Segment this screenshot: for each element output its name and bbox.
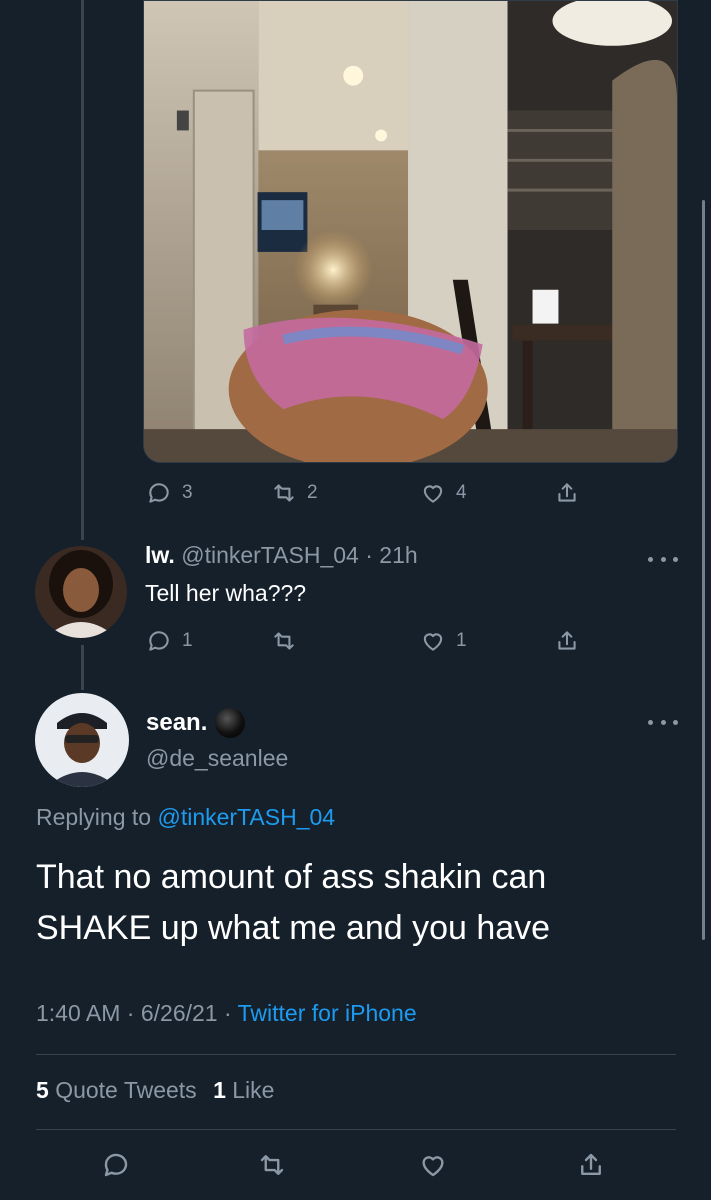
reply-button[interactable] xyxy=(101,1150,131,1180)
divider xyxy=(36,1129,676,1130)
display-name[interactable]: lw. xyxy=(145,542,175,568)
retweet-button[interactable]: 2 xyxy=(271,480,318,506)
tweet-source-link[interactable]: Twitter for iPhone xyxy=(238,1000,417,1026)
top-tweet-actions: 3 2 4 xyxy=(0,477,711,509)
reply-icon xyxy=(104,1153,128,1177)
retweet-icon xyxy=(260,1155,284,1175)
quote-label: Quote Tweets xyxy=(55,1077,197,1103)
dot-icon xyxy=(660,719,666,725)
black-circle-emoji-icon xyxy=(215,708,246,738)
retweet-icon xyxy=(274,484,294,502)
reply-count: 1 xyxy=(182,630,193,651)
tweet-stats: 5 Quote Tweets 1 Like xyxy=(36,1077,284,1104)
dot-icon xyxy=(648,719,653,725)
profile-photo-icon xyxy=(35,693,129,787)
tweet-time: 1:40 AM xyxy=(36,1000,121,1026)
like-count: 1 xyxy=(213,1077,226,1103)
retweet-button[interactable] xyxy=(257,1150,287,1180)
tweet-date: 6/26/21 xyxy=(140,1000,218,1026)
display-name[interactable]: sean. xyxy=(146,709,207,737)
replying-to-link[interactable]: @tinkerTASH_04 xyxy=(157,804,335,830)
separator: · xyxy=(223,1000,232,1026)
user-handle[interactable]: @de_seanlee xyxy=(146,745,288,772)
heart-icon xyxy=(422,1156,444,1177)
heart-icon xyxy=(423,485,443,503)
reply-icon xyxy=(149,483,169,503)
retweet-button[interactable] xyxy=(271,628,307,654)
tweet-timestamp: 1:40 AM · 6/26/21 · Twitter for iPhone xyxy=(36,1000,417,1027)
dot-icon xyxy=(673,556,678,562)
dot-icon xyxy=(660,556,666,562)
heart-icon xyxy=(423,633,443,651)
like-button[interactable]: 1 xyxy=(420,628,467,654)
like-button[interactable] xyxy=(418,1150,448,1180)
scrollbar[interactable] xyxy=(702,200,705,940)
reply-count: 3 xyxy=(182,482,193,503)
separator: · xyxy=(126,1000,135,1026)
image-icon xyxy=(144,1,677,462)
reply-tweet-text: Tell her wha??? xyxy=(145,580,307,606)
thread-line-top xyxy=(81,0,84,540)
reply-tweet-actions: 1 1 xyxy=(0,625,711,657)
more-options-button[interactable] xyxy=(648,549,678,569)
tweet-media-image[interactable] xyxy=(143,0,678,463)
share-button[interactable] xyxy=(554,628,580,654)
avatar-de-seanlee[interactable] xyxy=(35,693,129,787)
share-icon xyxy=(558,483,576,502)
share-button[interactable] xyxy=(554,480,580,506)
reply-button[interactable]: 1 xyxy=(146,628,193,654)
replying-prefix: Replying to xyxy=(36,804,152,830)
like-button[interactable]: 4 xyxy=(420,480,467,506)
reply-tweet-header: lw. @tinkerTASH_04 · 21h xyxy=(145,542,418,569)
retweet-count: 2 xyxy=(307,482,318,503)
like-count: 4 xyxy=(456,482,467,503)
reply-icon xyxy=(149,631,169,651)
more-options-button[interactable] xyxy=(648,712,678,732)
likes-stat[interactable]: 1 Like xyxy=(213,1077,274,1103)
like-label: Like xyxy=(232,1077,275,1103)
main-tweet-actions xyxy=(0,1149,711,1181)
reply-button[interactable]: 3 xyxy=(146,480,193,506)
quote-tweets-stat[interactable]: 5 Quote Tweets xyxy=(36,1077,197,1103)
dot-icon xyxy=(673,719,678,725)
share-button[interactable] xyxy=(576,1150,606,1180)
tweet-time: 21h xyxy=(379,542,418,568)
dot-icon xyxy=(648,556,653,562)
separator: · xyxy=(365,542,373,568)
divider xyxy=(36,1054,676,1055)
share-icon xyxy=(581,1153,601,1175)
main-tweet-text: That no amount of ass shakin can SHAKE u… xyxy=(36,858,551,947)
replying-to-line: Replying to @tinkerTASH_04 xyxy=(36,804,335,831)
user-handle[interactable]: @tinkerTASH_04 xyxy=(181,542,359,568)
retweet-icon xyxy=(274,632,294,650)
main-display-name-row: sean. xyxy=(146,708,246,738)
share-icon xyxy=(558,631,576,650)
like-count: 1 xyxy=(456,630,467,651)
quote-count: 5 xyxy=(36,1077,49,1103)
